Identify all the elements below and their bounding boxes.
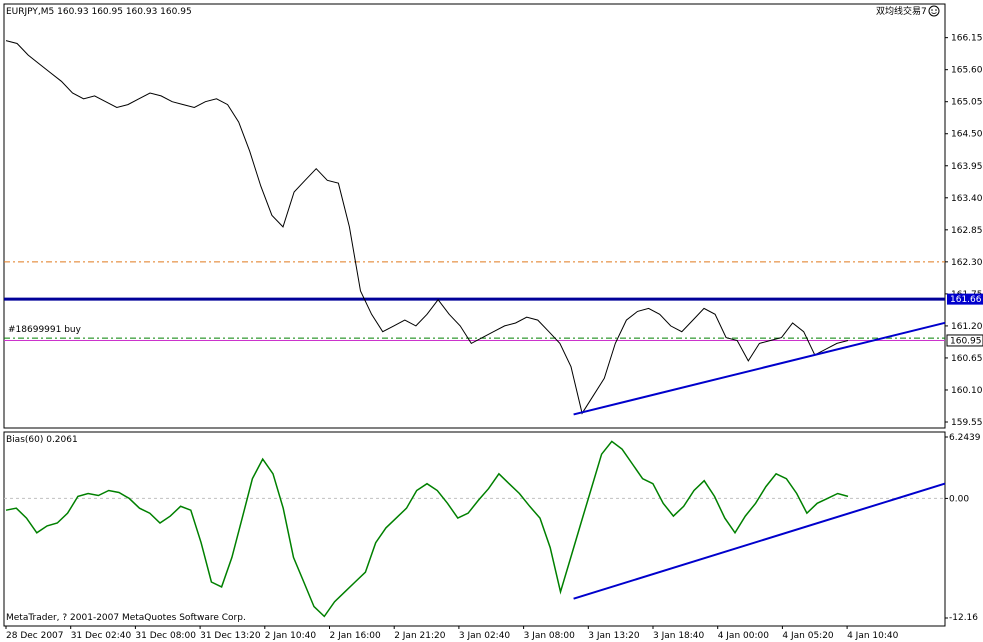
expert-advisor-label: 双均线交易7 [876,5,927,17]
bias-y-tick-label: -12.16 [949,613,978,623]
resistance-price-tag-text: 161.66 [950,295,982,305]
time-tick-label: 31 Dec 08:00 [135,631,196,641]
time-tick-label: 4 Jan 00:00 [718,631,770,641]
order-label: #18699991 buy [8,325,82,335]
time-tick-label: 3 Jan 08:00 [524,631,576,641]
time-tick-label: 4 Jan 05:20 [782,631,834,641]
time-tick-label: 4 Jan 10:40 [847,631,899,641]
price-y-tick-label: 160.65 [951,354,983,364]
price-y-tick-label: 163.95 [951,162,983,172]
time-tick-label: 2 Jan 10:40 [265,631,317,641]
time-tick-label: 3 Jan 02:40 [459,631,511,641]
bias-y-tick-label: 0.00 [949,494,969,504]
price-y-tick-label: 165.05 [951,98,983,108]
price-y-tick-label: 161.20 [951,322,983,332]
price-y-tick-label: 166.15 [951,34,983,44]
price-y-tick-label: 163.40 [951,194,983,204]
mt4-chart[interactable]: 166.15 165.60 165.05 164.50 163.95 163.40 162.… [0,0,983,642]
price-y-tick-label: 164.50 [951,130,983,140]
symbol-label: EURJPY,M5 160.93 160.95 160.93 160.95 [6,7,192,17]
price-y-tick-label: 165.60 [951,66,983,76]
indicator-window[interactable] [3,431,946,627]
time-tick-label: 2 Jan 21:20 [394,631,446,641]
copyright-text: MetaTrader, ? 2001-2007 MetaQuotes Softw… [6,613,246,623]
price-y-tick-label: 162.30 [951,258,983,268]
bid-price-tag-text: 160.95 [950,336,982,346]
time-tick-label: 3 Jan 18:40 [653,631,705,641]
bias-y-tick-label: 6.2439 [949,433,981,443]
time-tick-label: 3 Jan 13:20 [588,631,640,641]
indicator-label: Bias(60) 0.2061 [6,435,78,445]
price-window[interactable] [3,3,946,429]
time-tick-label: 31 Dec 02:40 [71,631,132,641]
price-y-tick-label: 162.85 [951,226,983,236]
resistance-price-tag: 161.66 [947,293,983,305]
price-y-tick-label: 160.10 [951,386,983,396]
time-tick-label: 28 Dec 2007 [6,631,64,641]
time-tick-label: 2 Jan 16:00 [330,631,382,641]
bid-price-tag: 160.95 [946,334,983,347]
price-y-tick-label: 159.55 [951,418,983,428]
smiley-icon [928,5,940,17]
time-tick-label: 31 Dec 13:20 [200,631,261,641]
